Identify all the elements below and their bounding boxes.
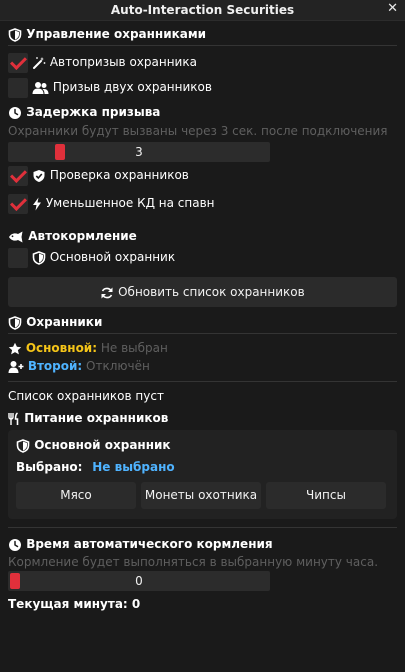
feeding-selected-value: Не выбрано — [92, 460, 175, 474]
summon-two-checkbox[interactable] — [8, 78, 28, 98]
auto-summon-text: Автопризыв охранника — [49, 55, 197, 69]
feeding-panel-header: Основной охранник — [16, 438, 171, 453]
summon-delay-value: 3 — [135, 145, 143, 159]
primary-guard-row: Основной: Не выбран — [8, 341, 168, 356]
auto-feed-time-header: Время автоматического кормления — [8, 537, 273, 552]
summon-two-text: Призыв двух охранников — [52, 80, 212, 94]
refresh-guards-label: Обновить список охранников — [8, 285, 397, 300]
auto-feed-header: Автокормление — [8, 229, 137, 244]
feeding-panel: Основной охранник Выбрано: Не выбрано Мя… — [8, 430, 397, 519]
primary-guard-label: Основной: — [25, 341, 98, 355]
main-guard-checkbox[interactable] — [8, 248, 28, 268]
summon-delay-hint: Охранники будут вызваны через 3 сек. пос… — [8, 124, 388, 138]
auto-summon-label: Автопризыв охранника — [32, 55, 197, 70]
summon-delay-title: Задержка призыва — [26, 105, 161, 119]
check-guards-text: Проверка охранников — [49, 168, 189, 182]
auto-feed-minute-slider[interactable]: 0 — [8, 571, 270, 591]
divider — [8, 45, 397, 46]
feeding-panel-title: Основной охранник — [34, 438, 171, 452]
feeding-header: Питание охранников — [8, 411, 168, 426]
refresh-icon — [101, 287, 113, 298]
guards-list-empty: Список охранников пуст — [8, 389, 164, 403]
summon-delay-slider[interactable]: 3 — [8, 142, 270, 162]
guards-header: Охранники — [8, 315, 102, 330]
divider — [8, 333, 397, 334]
shield-icon — [8, 27, 22, 42]
fish-icon — [9, 231, 23, 242]
divider — [8, 381, 397, 382]
secondary-guard-label: Второй: — [27, 359, 83, 373]
shield-icon — [8, 315, 22, 330]
shield-check-icon — [33, 169, 45, 182]
feeding-selected-label: Выбрано: — [16, 460, 83, 474]
app-window: Auto-Interaction Securities ✕ Управление… — [0, 0, 405, 672]
users-icon — [32, 81, 49, 94]
shield-icon — [32, 250, 46, 265]
reduced-cd-text: Уменьшенное КД на спавн — [45, 196, 215, 210]
current-minute: Текущая минута: 0 — [8, 597, 141, 611]
close-icon[interactable]: ✕ — [387, 1, 398, 16]
shield-icon — [16, 438, 30, 453]
reduced-cd-checkbox[interactable] — [8, 194, 28, 214]
primary-guard-value: Не выбран — [100, 341, 168, 355]
guards-management-title: Управление охранниками — [26, 27, 207, 41]
feeding-selected-row: Выбрано: Не выбрано — [16, 460, 175, 474]
window-title: Auto-Interaction Securities — [110, 3, 295, 17]
food-hunter-coins-button[interactable]: Монеты охотника — [141, 482, 261, 509]
auto-feed-time-title: Время автоматического кормления — [26, 537, 273, 551]
food-chips-button[interactable]: Чипсы — [266, 482, 386, 509]
user-plus-icon — [8, 360, 24, 373]
clock-icon — [9, 538, 21, 551]
guards-management-header: Управление охранниками — [8, 27, 206, 42]
clock-icon — [9, 106, 21, 119]
divider — [8, 527, 397, 528]
summon-two-label: Призыв двух охранников — [32, 80, 212, 95]
guards-title: Охранники — [26, 315, 103, 329]
main-guard-label: Основной охранник — [32, 250, 175, 265]
check-guards-checkbox[interactable] — [8, 166, 28, 186]
refresh-guards-button[interactable]: Обновить список охранников — [8, 277, 397, 307]
summon-delay-header: Задержка призыва — [8, 105, 160, 120]
auto-summon-checkbox[interactable] — [8, 53, 28, 73]
check-guards-label: Проверка охранников — [32, 168, 189, 183]
refresh-guards-text: Обновить список охранников — [118, 285, 305, 299]
secondary-guard-value: Отключён — [86, 359, 150, 373]
secondary-guard-row: Второй: Отключён — [8, 359, 150, 374]
auto-feed-minute-value: 0 — [135, 574, 143, 588]
main-guard-text: Основной охранник — [49, 250, 176, 264]
star-icon — [8, 342, 22, 354]
title-bar[interactable]: Auto-Interaction Securities ✕ — [0, 0, 405, 21]
feeding-title: Питание охранников — [24, 411, 169, 425]
bolt-icon — [33, 197, 41, 210]
food-meat-button[interactable]: Мясо — [16, 482, 136, 509]
auto-feed-title: Автокормление — [28, 229, 137, 243]
magic-wand-icon — [33, 56, 46, 69]
utensils-icon — [8, 411, 19, 425]
auto-feed-time-hint: Кормление будет выполняться в выбранную … — [8, 555, 379, 569]
reduced-cd-label: Уменьшенное КД на спавн — [32, 196, 215, 211]
